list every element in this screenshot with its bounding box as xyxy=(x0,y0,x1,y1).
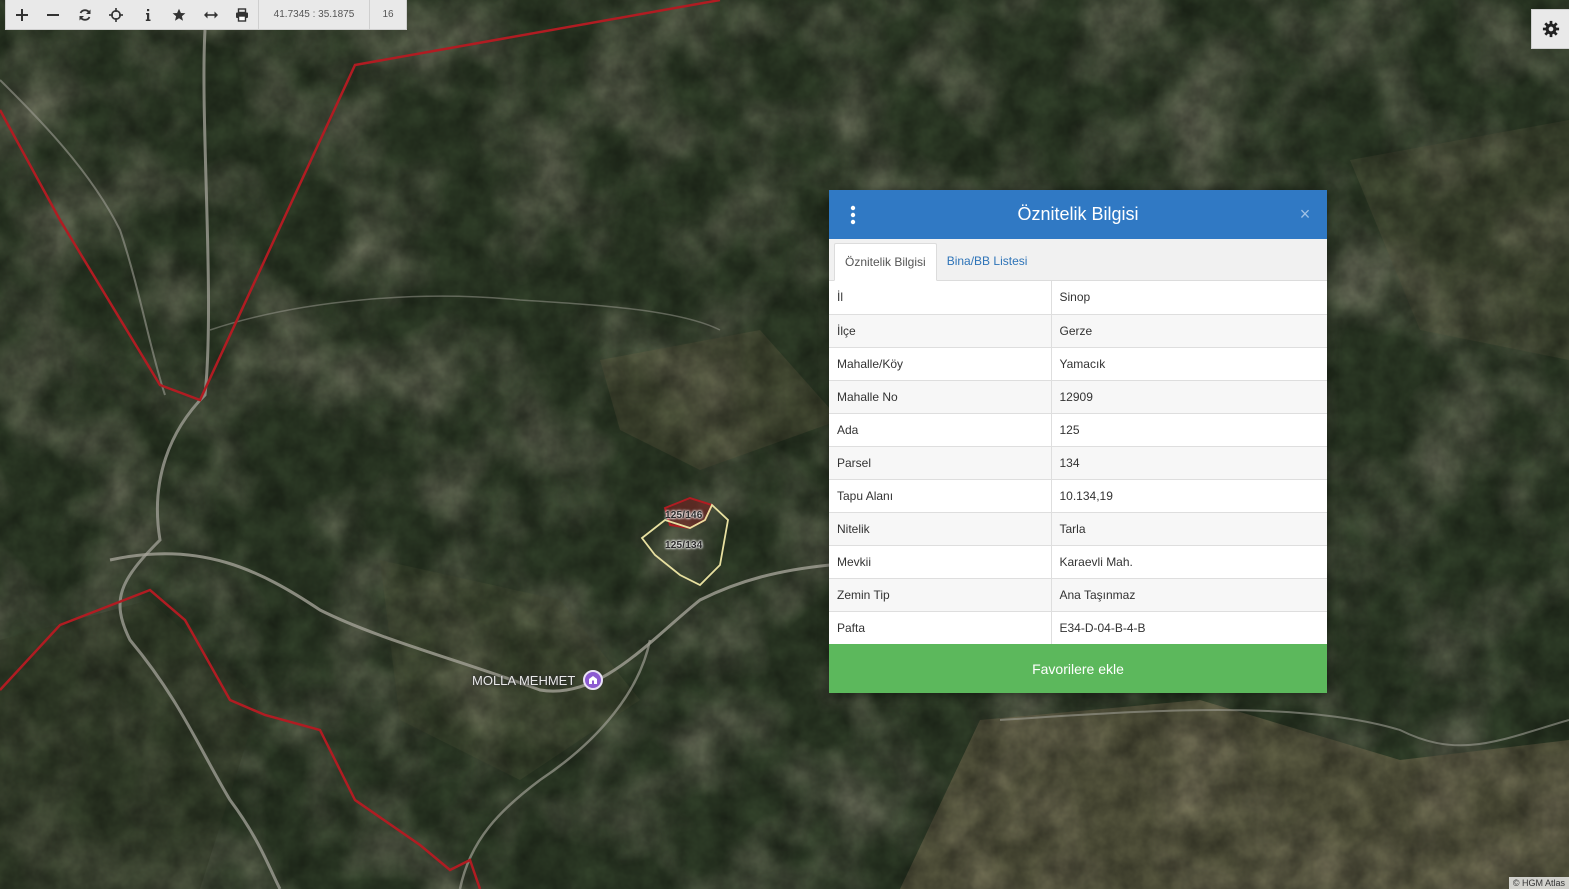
dialog-header[interactable]: Öznitelik Bilgisi × xyxy=(829,190,1327,239)
print-button[interactable] xyxy=(227,0,259,29)
dialog-title: Öznitelik Bilgisi xyxy=(1017,204,1139,224)
attribute-key: Mevkii xyxy=(829,545,1052,579)
table-row: İl Sinop xyxy=(829,281,1327,315)
dialog-menu-button[interactable] xyxy=(847,204,859,226)
table-row: Parsel 134 xyxy=(829,446,1327,480)
map-attribution: © HGM Atlas xyxy=(1508,877,1569,889)
close-icon[interactable]: × xyxy=(1297,205,1313,223)
attribute-value: Yamacık xyxy=(1051,347,1327,381)
parcel-label-134: 125/134 xyxy=(665,540,703,551)
map-imagery xyxy=(0,0,1569,889)
attribute-value: 125 xyxy=(1051,413,1327,447)
attribute-value: Sinop xyxy=(1051,281,1327,315)
minus-icon xyxy=(47,13,60,16)
measure-icon xyxy=(203,11,218,18)
zoom-out-button[interactable] xyxy=(38,0,70,29)
table-row: Mahalle/Köy Yamacık xyxy=(829,347,1327,381)
attribute-value: E34-D-04-B-4-B xyxy=(1059,620,1146,635)
refresh-icon xyxy=(79,8,91,21)
mosque-icon xyxy=(583,670,604,690)
table-row: Mahalle No 12909 xyxy=(829,380,1327,414)
vertical-dots-icon xyxy=(850,205,856,225)
settings-button[interactable] xyxy=(1531,9,1569,49)
print-icon xyxy=(236,7,249,22)
info-icon xyxy=(145,8,151,21)
attribute-table: İl Sinop İlçe Gerze Mahalle/Köy Yamacık Mah… xyxy=(829,281,1327,644)
parcel-label-146: 125/146 xyxy=(665,510,703,521)
attribute-value: Gerze xyxy=(1051,314,1327,348)
gear-icon xyxy=(1542,20,1559,38)
place-label: MOLLA MEHMET xyxy=(472,670,604,690)
coordinates-readout: 41.7345 : 35.1875 xyxy=(258,0,370,29)
attribute-key: Zemin Tip xyxy=(829,578,1052,612)
table-row: Ada 125 xyxy=(829,413,1327,447)
attribute-info-dialog: Öznitelik Bilgisi × Öznitelik Bilgisi Bi… xyxy=(829,190,1327,693)
attribute-key: Tapu Alanı xyxy=(829,479,1052,513)
attribute-key: Parsel xyxy=(829,446,1052,480)
tab-building-list[interactable]: Bina/BB Listesi xyxy=(937,242,1038,280)
attribute-value: Tarla xyxy=(1051,512,1327,546)
attribute-key: İlçe xyxy=(829,314,1052,348)
table-row: Tapu Alanı 10.134,19 xyxy=(829,479,1327,513)
table-row: Mevkii Karaevli Mah. xyxy=(829,545,1327,579)
crosshair-icon xyxy=(109,7,124,22)
measure-button[interactable] xyxy=(195,0,227,29)
refresh-button[interactable] xyxy=(69,0,101,29)
add-to-favorites-button[interactable]: Favorilere ekle xyxy=(829,644,1327,693)
dialog-tabs: Öznitelik Bilgisi Bina/BB Listesi xyxy=(829,239,1327,281)
attribute-value: 134 xyxy=(1051,446,1327,480)
info-button[interactable] xyxy=(132,0,164,29)
attribute-key: Mahalle/Köy xyxy=(829,347,1052,381)
map-toolbar: 41.7345 : 35.1875 16 xyxy=(5,0,407,30)
attribute-key: Pafta xyxy=(829,611,1052,644)
attribute-value: 10.134,19 xyxy=(1051,479,1327,513)
table-row: Pafta E34-D-04-B-4-B xyxy=(829,611,1327,644)
plus-icon xyxy=(15,8,28,21)
attribute-value: Karaevli Mah. xyxy=(1051,545,1327,579)
tab-attribute-info[interactable]: Öznitelik Bilgisi xyxy=(834,243,937,281)
favorites-button[interactable] xyxy=(164,0,196,29)
satellite-map[interactable]: 125/146 125/134 MOLLA MEHMET © HGM Atlas xyxy=(0,0,1569,889)
attribute-key: Mahalle No xyxy=(829,380,1052,414)
locate-button[interactable] xyxy=(101,0,133,29)
table-row: Nitelik Tarla xyxy=(829,512,1327,546)
zoom-in-button[interactable] xyxy=(6,0,38,29)
place-name: MOLLA MEHMET xyxy=(472,672,576,688)
attribute-key: Nitelik xyxy=(829,512,1052,546)
star-icon xyxy=(172,8,186,21)
attribute-key: İl xyxy=(829,281,1052,315)
attribute-value: Ana Taşınmaz xyxy=(1051,578,1327,612)
zoom-level-readout: 16 xyxy=(382,9,394,20)
table-row: Zemin Tip Ana Taşınmaz xyxy=(829,578,1327,612)
attribute-value: 12909 xyxy=(1051,380,1327,414)
attribute-key: Ada xyxy=(829,413,1052,447)
table-row: İlçe Gerze xyxy=(829,314,1327,348)
